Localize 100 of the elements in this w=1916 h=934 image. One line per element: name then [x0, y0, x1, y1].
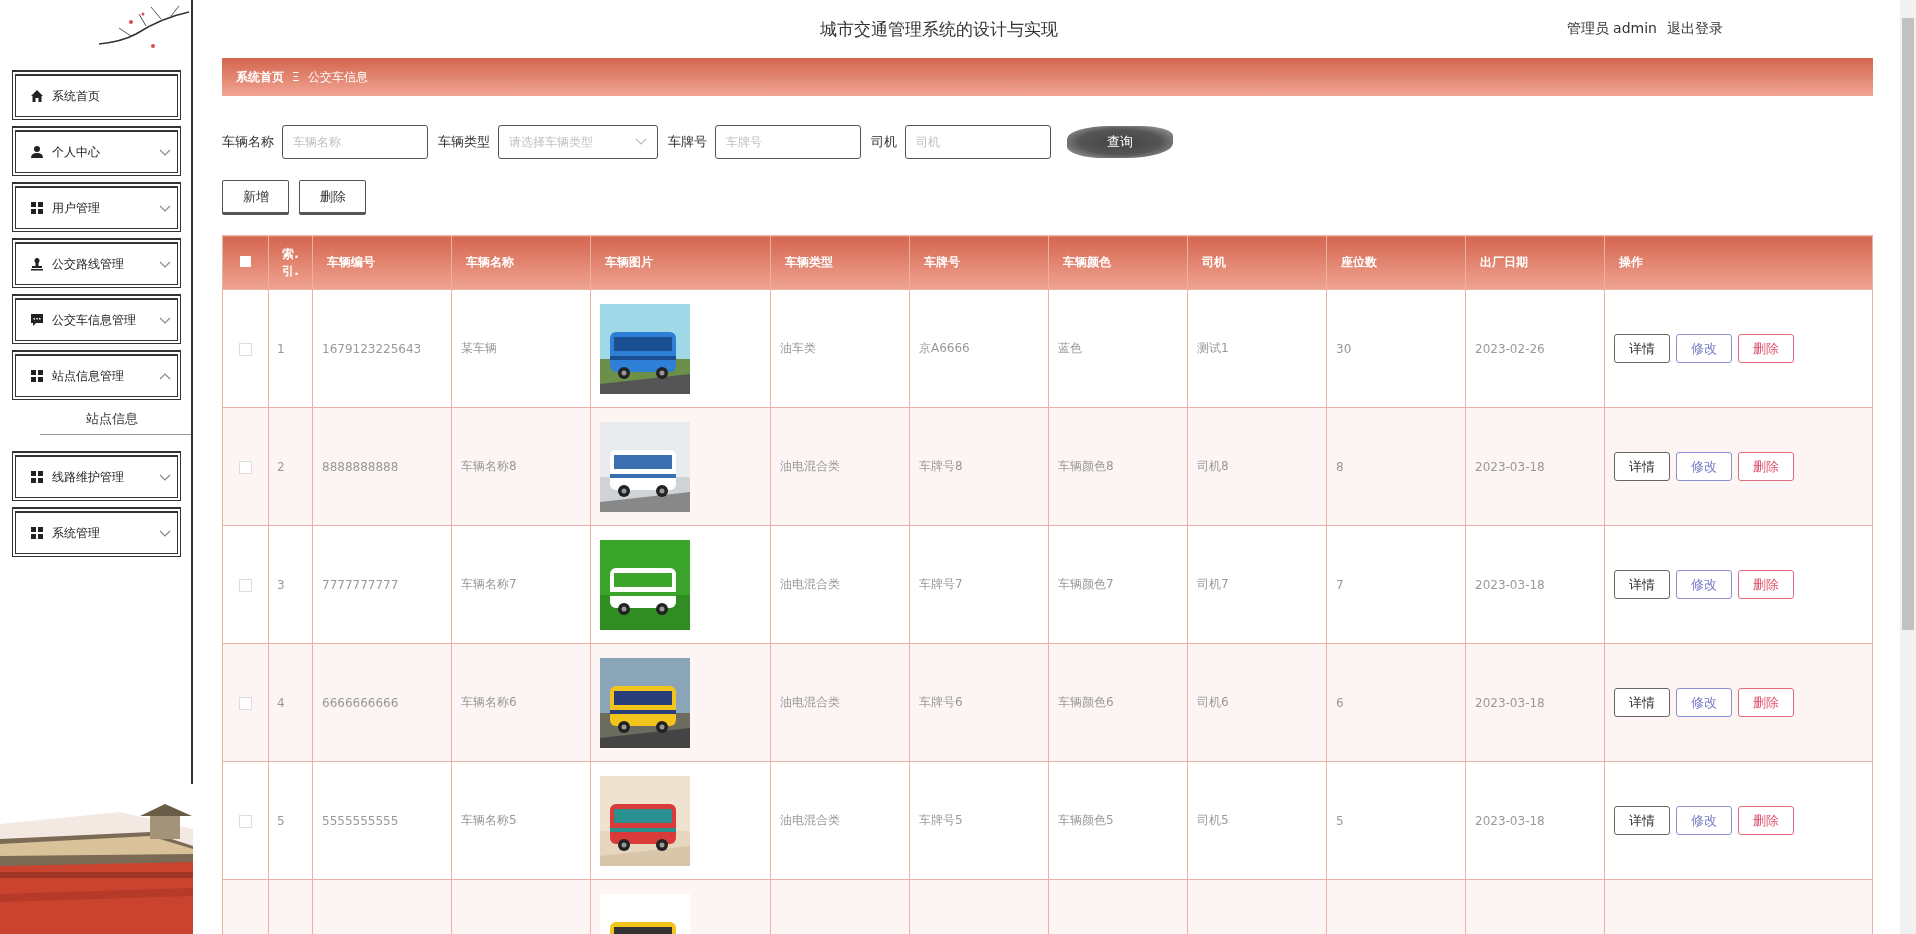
column-header: 车牌号 — [909, 235, 1049, 290]
table-cell: 7 — [1336, 577, 1344, 592]
table-cell: 京A6666 — [919, 341, 970, 355]
menu-item[interactable]: 站点信息管理 — [12, 350, 181, 400]
table-cell: 6666666666 — [322, 695, 399, 710]
input-field[interactable]: 车牌号 — [715, 125, 861, 159]
row-checkbox[interactable] — [239, 578, 252, 592]
edit-button[interactable]: 修改 — [1676, 688, 1732, 717]
table-cell: 1679123225643 — [322, 341, 422, 356]
input-field[interactable]: 车辆名称 — [282, 125, 428, 159]
caret-icon — [159, 203, 171, 213]
table-cell: 2023-02-26 — [1475, 341, 1545, 356]
action-button[interactable]: 删除 — [299, 180, 366, 215]
table-cell: 车辆名称7 — [461, 577, 517, 591]
detail-button[interactable]: 详情 — [1614, 688, 1670, 717]
menu-item[interactable]: 个人中心 — [12, 126, 181, 176]
column-header: 车辆颜色 — [1048, 235, 1188, 290]
table-cell: 车辆名称6 — [461, 695, 517, 709]
table-cell: 2023-03-18 — [1475, 459, 1545, 474]
table-cell: 4 — [277, 695, 285, 710]
search-button[interactable]: 查询 — [1067, 126, 1173, 158]
delete-button[interactable]: 删除 — [1738, 806, 1794, 835]
logout-link[interactable]: 退出登录 — [1667, 20, 1723, 38]
table-cell: 1 — [277, 341, 285, 356]
field-label: 车牌号 — [668, 133, 707, 151]
table-cell: 2023-03-18 — [1475, 577, 1545, 592]
table-cell: 30 — [1336, 341, 1352, 356]
detail-button[interactable]: 详情 — [1614, 334, 1670, 363]
table-cell: 7777777777 — [322, 577, 399, 592]
edit-button[interactable]: 修改 — [1676, 570, 1732, 599]
column-header: 车辆类型 — [770, 235, 910, 290]
caret-icon — [159, 147, 171, 157]
table-cell: 司机7 — [1197, 577, 1229, 591]
row-checkbox[interactable] — [239, 342, 252, 356]
select-all-checkbox[interactable] — [240, 255, 251, 267]
menu-item[interactable]: 公交路线管理 — [12, 238, 181, 288]
table-cell: 5 — [1336, 813, 1344, 828]
user-icon — [30, 145, 44, 159]
user-label: 管理员 admin — [1566, 20, 1657, 38]
delete-button[interactable]: 删除 — [1738, 570, 1794, 599]
table-cell: 车牌号7 — [919, 577, 963, 591]
column-header: 司机 — [1187, 235, 1327, 290]
table-cell: 油电混合类 — [780, 813, 840, 827]
action-button[interactable]: 新增 — [222, 180, 289, 215]
chat-icon — [30, 313, 44, 327]
table-cell: 2023-03-18 — [1475, 813, 1545, 828]
table-cell: 2023-03-18 — [1475, 695, 1545, 710]
menu-item[interactable]: 系统管理 — [12, 507, 181, 557]
grid-icon — [30, 201, 44, 215]
column-header: 索.引. — [268, 235, 313, 290]
table-cell: 车辆名称8 — [461, 459, 517, 473]
row-checkbox[interactable] — [239, 696, 252, 710]
table-cell: 车辆颜色6 — [1058, 695, 1114, 709]
table-cell: 2 — [277, 459, 285, 474]
submenu-item[interactable]: 站点信息 — [40, 406, 191, 435]
column-header: 操作 — [1604, 235, 1873, 290]
table-cell: 车牌号6 — [919, 695, 963, 709]
delete-button[interactable]: 删除 — [1738, 452, 1794, 481]
row-checkbox[interactable] — [239, 814, 252, 828]
site-title: 城市交通管理系统的设计与实现 — [819, 17, 1060, 41]
menu-item[interactable]: 线路维护管理 — [12, 451, 181, 501]
caret-icon — [159, 259, 171, 269]
delete-button[interactable]: 删除 — [1738, 334, 1794, 363]
menu-item[interactable]: 公交车信息管理 — [12, 294, 181, 344]
table-cell: 车辆颜色8 — [1058, 459, 1114, 473]
table-cell: 6 — [1336, 695, 1344, 710]
detail-button[interactable]: 详情 — [1614, 806, 1670, 835]
edit-button[interactable]: 修改 — [1676, 806, 1732, 835]
menu-item[interactable]: 系统首页 — [12, 70, 181, 120]
edit-button[interactable]: 修改 — [1676, 452, 1732, 481]
edit-button[interactable]: 修改 — [1676, 334, 1732, 363]
delete-button[interactable]: 删除 — [1738, 688, 1794, 717]
table-cell: 某车辆 — [461, 341, 497, 355]
stamp-icon — [30, 257, 44, 271]
caret-icon — [159, 528, 171, 538]
table-cell: 车辆颜色7 — [1058, 577, 1114, 591]
column-header: 出厂日期 — [1465, 235, 1605, 290]
table-cell: 司机8 — [1197, 459, 1229, 473]
caret-icon — [159, 472, 171, 482]
table-cell: 8 — [1336, 459, 1344, 474]
table-cell: 司机6 — [1197, 695, 1229, 709]
menu-item[interactable]: 用户管理 — [12, 182, 181, 232]
table-cell: 车牌号8 — [919, 459, 963, 473]
grid-icon — [30, 369, 44, 383]
field-label: 车辆类型 — [438, 133, 490, 151]
input-field[interactable]: 司机 — [905, 125, 1051, 159]
caret-icon — [159, 371, 171, 381]
table-cell: 测试1 — [1197, 341, 1229, 355]
table-cell: 蓝色 — [1058, 341, 1082, 355]
table-cell: 3 — [277, 577, 285, 592]
home-icon — [30, 89, 44, 103]
row-checkbox[interactable] — [239, 460, 252, 474]
field-label: 司机 — [871, 133, 897, 151]
table-cell: 司机5 — [1197, 813, 1229, 827]
table-cell: 5 — [277, 813, 285, 828]
detail-button[interactable]: 详情 — [1614, 570, 1670, 599]
scrollbar[interactable] — [1900, 0, 1916, 934]
table-cell: 油车类 — [780, 341, 816, 355]
column-header: 车辆名称 — [451, 235, 591, 290]
detail-button[interactable]: 详情 — [1614, 452, 1670, 481]
